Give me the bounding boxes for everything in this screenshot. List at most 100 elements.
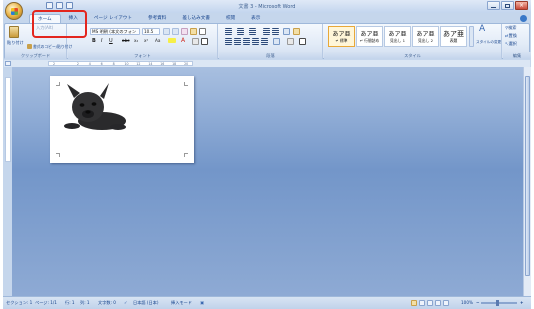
zoom-out-icon[interactable]: − xyxy=(476,300,480,305)
outline-icon[interactable] xyxy=(435,300,441,306)
window-title: 文書 3 - Microsoft Word xyxy=(238,4,296,10)
align-left-icon[interactable] xyxy=(225,38,232,45)
full-screen-reading-icon[interactable] xyxy=(419,300,425,306)
ruler-tick-label: 20 xyxy=(184,62,189,66)
macro-record-icon[interactable]: ▣ xyxy=(200,300,204,305)
font-color-button[interactable]: A xyxy=(181,37,185,44)
font-size-select[interactable]: 10.5 xyxy=(142,28,160,35)
borders-icon[interactable] xyxy=(299,38,306,45)
ruler-tick-label: 18 xyxy=(172,62,177,66)
status-column[interactable]: 列: 1 xyxy=(80,300,90,306)
dog-photo[interactable] xyxy=(58,83,128,133)
vertical-scrollbar[interactable] xyxy=(523,67,531,296)
ruler-tick-label: 14 xyxy=(148,62,153,66)
tab-selector[interactable] xyxy=(5,61,11,66)
maximize-button[interactable] xyxy=(501,1,514,10)
style-heading-1[interactable]: あア亜 見出し 1 xyxy=(384,26,411,47)
status-section[interactable]: セクション: 1 xyxy=(6,300,32,306)
group-styles: あア亜 ↵ 標準 あア亜 ↵ 行間詰め あア亜 見出し 1 あア亜 見出し 2 … xyxy=(324,24,502,59)
show-marks-icon[interactable] xyxy=(293,28,300,35)
subscript-button[interactable]: x₂ xyxy=(134,38,138,43)
styles-scroll-icon[interactable] xyxy=(469,26,474,47)
office-button[interactable] xyxy=(5,2,23,20)
paragraph-group-label: 段落 xyxy=(219,52,322,59)
close-icon: × xyxy=(519,2,525,9)
draft-icon[interactable] xyxy=(443,300,449,306)
help-icon[interactable] xyxy=(520,15,527,22)
print-layout-icon[interactable] xyxy=(411,300,417,306)
phonetic-guide-icon[interactable] xyxy=(190,28,197,35)
align-center-icon[interactable] xyxy=(234,38,241,45)
status-bar: セクション: 1 ページ: 1/1 行: 1 列: 1 文字数: 0 ✓ 日本語… xyxy=(3,296,531,309)
style-normal[interactable]: あア亜 ↵ 標準 xyxy=(328,26,355,47)
shrink-font-icon[interactable] xyxy=(172,28,179,35)
zoom-slider[interactable] xyxy=(481,302,517,304)
change-styles-label[interactable]: スタイルの変更 xyxy=(476,40,501,45)
clear-format-icon[interactable] xyxy=(181,28,188,35)
proofing-icon[interactable]: ✓ xyxy=(124,300,128,305)
paste-icon[interactable] xyxy=(9,26,19,38)
numbering-icon[interactable] xyxy=(237,28,244,35)
minimize-button[interactable] xyxy=(487,1,500,10)
vertical-ruler[interactable] xyxy=(5,77,11,162)
strikethrough-button[interactable]: abc xyxy=(122,38,130,43)
ruler-tick-label: 2 xyxy=(53,62,56,66)
highlight-box xyxy=(32,10,87,38)
highlight-color-icon[interactable] xyxy=(168,38,176,43)
status-insert-mode[interactable]: 挿入モード xyxy=(171,300,192,306)
style-no-spacing[interactable]: あア亜 ↵ 行間詰め xyxy=(356,26,383,47)
char-border-icon[interactable] xyxy=(201,38,208,45)
web-layout-icon[interactable] xyxy=(427,300,433,306)
ruler-tick-label: 2 xyxy=(76,62,79,66)
font-name-select[interactable]: MS 明朝 (本文のフォン xyxy=(90,28,140,35)
justify-icon[interactable] xyxy=(252,38,259,45)
superscript-button[interactable]: x² xyxy=(144,38,148,43)
underline-button[interactable]: U xyxy=(109,38,113,44)
status-language[interactable]: 日本語 (日本) xyxy=(133,300,159,306)
change-case-button[interactable]: Aa xyxy=(155,38,160,43)
line-spacing-icon[interactable] xyxy=(273,38,280,45)
select-button[interactable]: ↖選択 xyxy=(505,41,517,47)
replace-button[interactable]: ⇄置換 xyxy=(505,33,517,39)
bold-button[interactable]: B xyxy=(92,38,96,44)
grow-font-icon[interactable] xyxy=(163,28,170,35)
ruler-tick-label: 16 xyxy=(160,62,165,66)
status-line[interactable]: 行: 1 xyxy=(65,300,75,306)
italic-button[interactable]: I xyxy=(101,38,102,44)
distributed-icon[interactable] xyxy=(261,38,268,45)
paste-label[interactable]: 貼り付け xyxy=(7,40,24,46)
find-button[interactable]: ⚲検索 xyxy=(505,25,516,31)
zoom-in-icon[interactable]: + xyxy=(520,300,524,305)
crop-mark xyxy=(184,82,188,86)
zoom-level[interactable]: 100% xyxy=(461,300,473,305)
clipboard-group-label: クリップボード xyxy=(5,52,66,59)
horizontal-ruler[interactable]: 2 2 4 6 8 10 12 14 16 18 20 xyxy=(48,61,193,66)
decrease-indent-icon[interactable] xyxy=(263,28,270,35)
document-page[interactable] xyxy=(50,76,194,163)
change-styles-icon[interactable]: A xyxy=(479,24,485,34)
char-shading-icon[interactable] xyxy=(192,38,199,45)
multilevel-list-icon[interactable] xyxy=(249,28,256,35)
sort-icon[interactable] xyxy=(283,28,290,35)
align-right-icon[interactable] xyxy=(243,38,250,45)
ruler-tick-label: 6 xyxy=(100,62,103,66)
format-painter-icon[interactable] xyxy=(27,44,32,49)
enclose-char-icon[interactable] xyxy=(199,28,206,35)
style-heading-2[interactable]: あア亜 見出し 2 xyxy=(412,26,439,47)
maximize-icon xyxy=(505,4,510,8)
group-paragraph: 段落 xyxy=(219,24,323,59)
close-button[interactable]: × xyxy=(515,1,528,10)
format-painter-label[interactable]: 書式のコピー/貼り付け xyxy=(33,44,72,50)
scroll-thumb[interactable] xyxy=(525,76,530,276)
zoom-slider-thumb[interactable] xyxy=(496,300,499,306)
status-page[interactable]: ページ: 1/1 xyxy=(35,300,57,306)
shading-icon[interactable] xyxy=(287,38,294,45)
editing-group-label: 編集 xyxy=(503,52,531,59)
style-title[interactable]: あア亜 表題 xyxy=(440,26,467,47)
ruler-tick-label: 10 xyxy=(124,62,129,66)
font-group-label: フォント xyxy=(68,52,217,59)
word-window: 文書 3 - Microsoft Word × ホーム 挿入 ページ レイアウト… xyxy=(3,0,531,309)
status-word-count[interactable]: 文字数: 0 xyxy=(98,300,116,306)
increase-indent-icon[interactable] xyxy=(272,28,279,35)
bullets-icon[interactable] xyxy=(225,28,232,35)
